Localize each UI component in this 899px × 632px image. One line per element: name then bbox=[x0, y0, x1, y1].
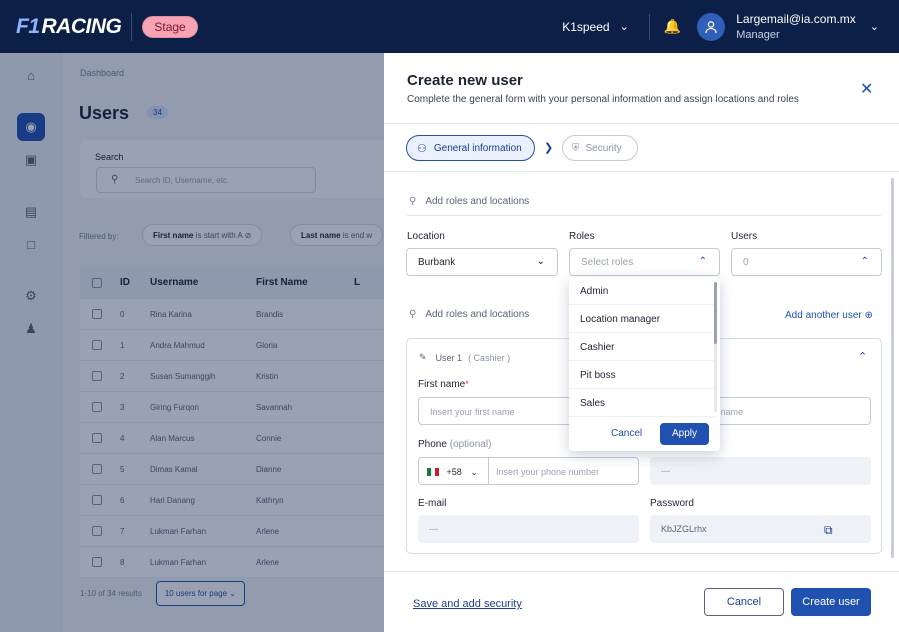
divider bbox=[407, 215, 881, 216]
copy-icon[interactable]: ⧉ bbox=[824, 523, 833, 538]
user-menu[interactable]: Largemail@ia.com.mx Manager bbox=[736, 11, 856, 43]
step-security[interactable]: ⛨ Security bbox=[562, 135, 638, 161]
panel-scrollbar[interactable] bbox=[891, 178, 894, 558]
chevron-up-icon[interactable]: ⌃ bbox=[858, 350, 867, 363]
roles-dropdown: Admin Location manager Cashier Pit boss … bbox=[569, 277, 720, 451]
modal-overlay[interactable] bbox=[0, 53, 384, 632]
location-pin-icon: ⚲ bbox=[409, 309, 417, 320]
panel-subtitle: Complete the general form with your pers… bbox=[407, 94, 799, 105]
chevron-up-icon: ⌃ bbox=[860, 256, 869, 267]
country-code: +58 bbox=[446, 467, 462, 477]
chevron-down-icon[interactable]: ⌄ bbox=[870, 20, 879, 33]
role-option[interactable]: Location manager bbox=[569, 305, 715, 333]
role-option[interactable]: Pit boss bbox=[569, 361, 715, 389]
phone-input[interactable]: Insert your phone number bbox=[488, 457, 639, 485]
chevron-up-icon: ⌃ bbox=[698, 256, 707, 267]
first-name-label: First name* bbox=[418, 379, 469, 390]
mexico-flag-icon bbox=[427, 468, 439, 476]
divider bbox=[131, 12, 133, 41]
top-bar: F1 RACING Stage K1speed ⌄ 🔔 Largemail@ia… bbox=[0, 0, 899, 53]
email-label: E-mail bbox=[418, 498, 447, 509]
chevron-down-icon[interactable]: ⌄ bbox=[620, 20, 629, 33]
app-logo[interactable]: F1 RACING bbox=[16, 14, 122, 39]
section-title: Add roles and locations bbox=[425, 309, 530, 320]
user-icon bbox=[705, 20, 717, 33]
user-role: Manager bbox=[736, 28, 780, 41]
users-select[interactable]: 0 ⌃ bbox=[731, 248, 882, 276]
section-header: ⚲ Add roles and locations bbox=[409, 196, 529, 207]
password-field: KbJZGLrhx bbox=[650, 515, 871, 543]
roles-label: Roles bbox=[569, 231, 595, 242]
roles-placeholder: Select roles bbox=[581, 256, 634, 268]
org-selector[interactable]: K1speed bbox=[562, 20, 609, 34]
section-title: Add roles and locations bbox=[425, 196, 530, 207]
password-label: Password bbox=[650, 498, 694, 509]
chevron-down-icon: ⌄ bbox=[470, 467, 478, 477]
divider bbox=[384, 123, 899, 124]
logo-f1: F1 bbox=[16, 14, 40, 38]
step-label: General information bbox=[433, 142, 522, 154]
step-label: Security bbox=[585, 142, 622, 154]
bell-icon[interactable]: 🔔 bbox=[664, 18, 681, 35]
dropdown-scrollbar[interactable] bbox=[714, 282, 717, 344]
panel-footer: Save and add security Cancel Create user bbox=[384, 571, 899, 632]
country-code-select[interactable]: +58 ⌄ bbox=[418, 457, 489, 485]
panel-title: Create new user bbox=[407, 72, 523, 89]
logo-text: RACING bbox=[41, 14, 122, 38]
phone-label: Phone (optional) bbox=[418, 439, 492, 450]
close-icon[interactable]: ✕ bbox=[860, 79, 873, 99]
dropdown-apply-button[interactable]: Apply bbox=[660, 423, 709, 445]
user-edit-icon: ✎ bbox=[419, 352, 427, 362]
section-header: ⚲ Add roles and locations bbox=[409, 309, 529, 320]
user-label: User 1 bbox=[435, 352, 463, 363]
step-general-info[interactable]: ⚇ General information bbox=[406, 135, 535, 161]
divider bbox=[384, 171, 899, 172]
avatar[interactable] bbox=[697, 12, 726, 41]
add-another-user-button[interactable]: Add another user ⊕ bbox=[785, 310, 873, 321]
location-pin-icon: ⚲ bbox=[409, 196, 417, 207]
users-icon: ⚇ bbox=[417, 142, 427, 155]
user-role: ( Cashier ) bbox=[468, 352, 511, 363]
env-badge: Stage bbox=[142, 15, 198, 38]
save-and-add-security-link[interactable]: Save and add security bbox=[413, 598, 522, 610]
user-card-header[interactable]: ✎ User 1 ( Cashier ) bbox=[419, 352, 510, 363]
location-label: Location bbox=[407, 231, 445, 242]
roles-select[interactable]: Select roles ⌃ bbox=[569, 248, 720, 276]
shield-icon: ⛨ bbox=[572, 142, 580, 154]
chevron-right-icon: ❯ bbox=[544, 142, 554, 154]
chevron-down-icon: ⌄ bbox=[536, 256, 545, 267]
role-option[interactable]: Admin bbox=[569, 277, 715, 305]
role-option[interactable]: Sales bbox=[569, 389, 715, 417]
user-email: Largemail@ia.com.mx bbox=[736, 11, 856, 26]
readonly-field: --- bbox=[650, 457, 871, 485]
email-field: --- bbox=[418, 515, 639, 543]
role-option[interactable]: Cashier bbox=[569, 333, 715, 361]
users-value: 0 bbox=[743, 256, 749, 268]
divider bbox=[648, 13, 650, 40]
location-select[interactable]: Burbank ⌄ bbox=[406, 248, 558, 276]
create-user-button[interactable]: Create user bbox=[791, 588, 871, 616]
location-value: Burbank bbox=[418, 256, 456, 268]
dropdown-cancel-button[interactable]: Cancel bbox=[611, 428, 642, 439]
cancel-button[interactable]: Cancel bbox=[704, 588, 784, 616]
create-user-panel: Create new user Complete the general for… bbox=[384, 53, 899, 632]
users-label: Users bbox=[731, 231, 758, 242]
